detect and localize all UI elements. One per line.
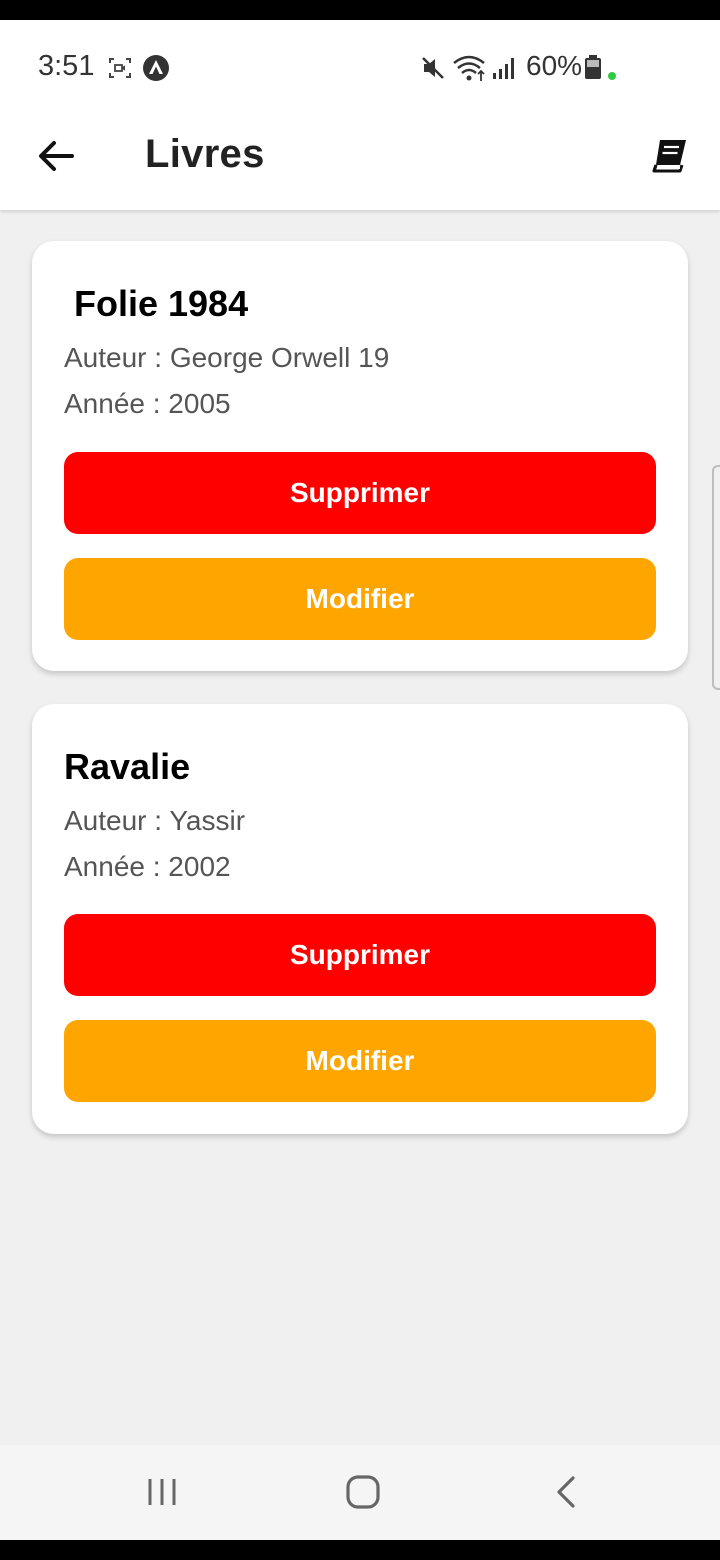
book-title: Ravalie: [64, 746, 191, 787]
home-icon: [345, 1474, 381, 1515]
arrow-left-icon: [36, 138, 76, 179]
book-title: Folie 1984: [74, 283, 249, 324]
battery-percent: 60%: [526, 50, 583, 81]
screen: 3:51 60% Livres Folie 1984 Auteur: Geor…: [0, 0, 720, 1560]
delete-button[interactable]: Supprimer: [64, 914, 656, 996]
status-time: 3:51: [38, 50, 95, 82]
charging-dot: [608, 72, 616, 80]
system-nav-bar: [0, 1445, 720, 1540]
back-button[interactable]: [30, 132, 82, 184]
book-author: Auteur : George Orwell 19: [64, 342, 390, 373]
book-list: Folie 1984 Auteur : George Orwell 19 Ann…: [0, 210, 720, 1445]
bottom-bezel: [0, 1540, 720, 1560]
book-icon: [650, 137, 690, 180]
screen-record-icon: [108, 57, 132, 84]
back-icon: [554, 1475, 578, 1514]
app-notification-icon: [142, 54, 170, 87]
books-button[interactable]: [644, 132, 696, 184]
book-card: Ravalie Auteur : Yassir Année : 2002 Sup…: [32, 704, 688, 1134]
book-author: Auteur : Yassir: [64, 805, 246, 836]
scroll-indicator[interactable]: [712, 465, 720, 690]
book-year: Année : 2002: [64, 851, 231, 882]
home-button[interactable]: [333, 1469, 393, 1519]
app-bar: Livres: [0, 110, 720, 210]
nav-back-button[interactable]: [536, 1469, 596, 1519]
wifi-icon: [452, 54, 488, 87]
book-year: Année : 2005: [64, 388, 231, 419]
page-title: Livres: [145, 132, 265, 176]
battery-icon: [584, 54, 602, 85]
status-bar: 3:51 60%: [0, 20, 720, 110]
signal-icon: [492, 56, 516, 85]
edit-button[interactable]: Modifier: [64, 1020, 656, 1102]
mute-icon: [420, 55, 446, 86]
book-card: Folie 1984 Auteur : George Orwell 19 Ann…: [32, 241, 688, 671]
edit-button[interactable]: Modifier: [64, 558, 656, 640]
top-bezel: [0, 0, 720, 20]
recent-apps-icon: [145, 1476, 179, 1513]
recent-apps-button[interactable]: [132, 1469, 192, 1519]
delete-button[interactable]: Supprimer: [64, 452, 656, 534]
